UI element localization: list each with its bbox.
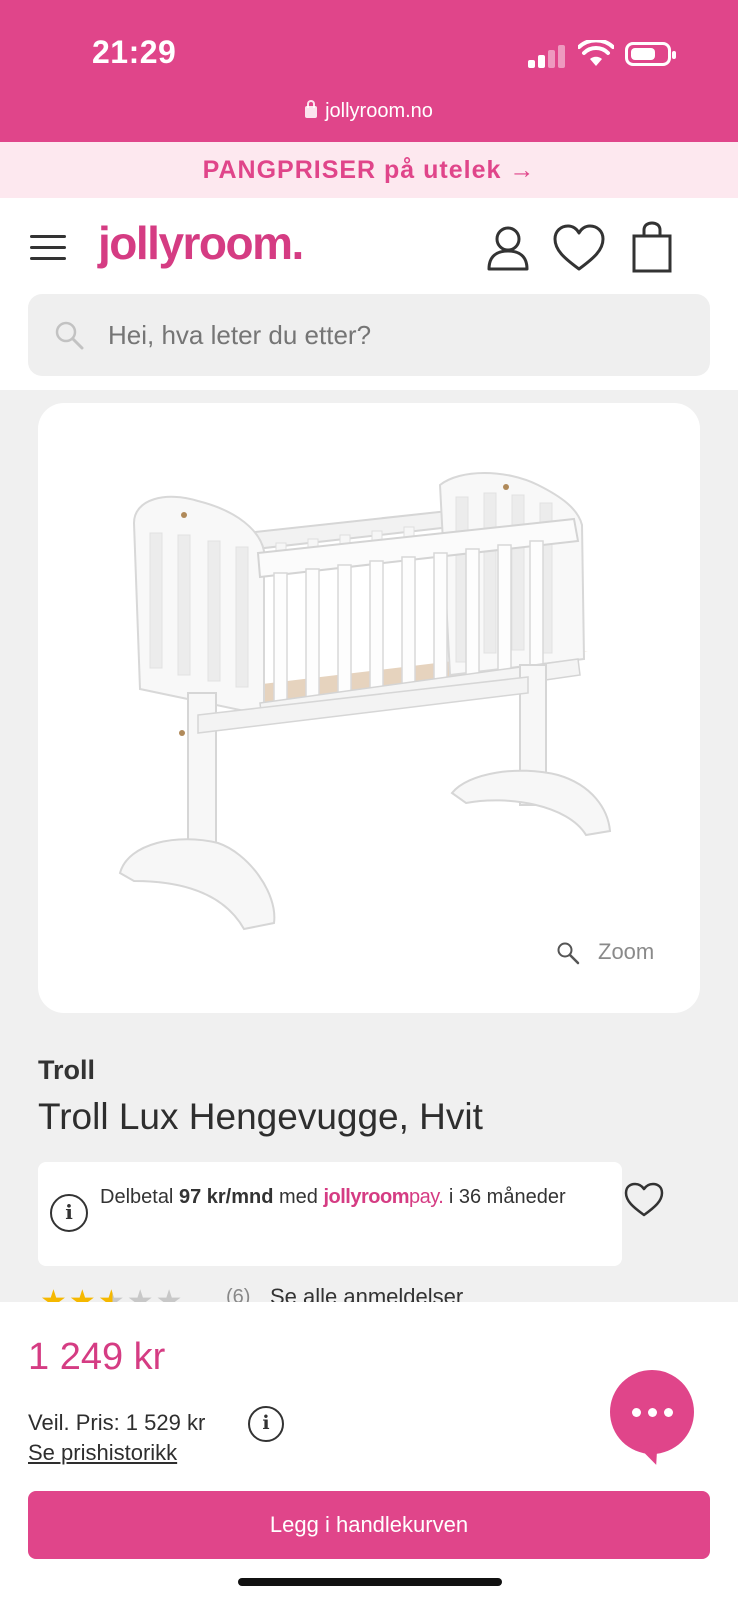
heart-icon[interactable] <box>552 223 606 273</box>
address-bar[interactable]: jollyroom.no <box>0 100 738 123</box>
battery-icon <box>625 42 676 66</box>
rating-stars: ★★★★★ <box>40 1284 185 1302</box>
rating-row[interactable]: ★★★★★ (6) Se alle anmeldelser <box>40 1282 540 1302</box>
bag-icon[interactable] <box>630 220 674 274</box>
search-input[interactable] <box>108 294 668 376</box>
zoom-icon <box>557 942 580 965</box>
product-brand[interactable]: Troll <box>38 1055 95 1086</box>
user-icon[interactable] <box>484 223 532 273</box>
installment-text: Delbetal 97 kr/mnd med jollyroompay. i 3… <box>100 1186 566 1208</box>
jollyroompay-logo: jollyroompay. <box>323 1186 444 1208</box>
chat-icon <box>632 1408 674 1418</box>
logo[interactable]: jollyroom. <box>98 216 304 270</box>
site-header: jollyroom. <box>0 198 738 390</box>
menu-icon[interactable] <box>30 235 66 261</box>
search-icon <box>55 321 84 350</box>
info-icon[interactable]: i <box>50 1194 88 1232</box>
chat-button[interactable] <box>610 1370 694 1454</box>
search-bar[interactable] <box>28 294 710 376</box>
signal-icon <box>528 44 568 68</box>
buy-panel: 1 249 kr Veil. Pris: 1 529 kr i Se prish… <box>0 1302 738 1600</box>
lock-icon <box>305 100 318 118</box>
zoom-button[interactable]: Zoom <box>557 939 655 965</box>
zoom-label: Zoom <box>598 939 655 964</box>
product-image[interactable] <box>38 403 700 1013</box>
status-time: 21:29 <box>92 34 177 70</box>
product-title: Troll Lux Hengevugge, Hvit <box>38 1096 483 1137</box>
promo-banner[interactable]: PANGPRISER på utelek → <box>0 142 738 198</box>
favorite-heart-icon[interactable] <box>624 1182 664 1218</box>
price-history-link[interactable]: Se prishistorikk <box>28 1440 177 1466</box>
url-text: jollyroom.no <box>325 100 433 122</box>
installment-box[interactable]: i Delbetal 97 kr/mnd med jollyroompay. i… <box>38 1162 622 1266</box>
all-reviews-link[interactable]: Se alle anmeldelser <box>270 1284 463 1302</box>
price: 1 249 kr <box>28 1336 166 1378</box>
home-indicator <box>238 1578 502 1586</box>
price-info-icon[interactable]: i <box>248 1406 284 1442</box>
wifi-icon <box>578 40 614 66</box>
add-to-cart-button[interactable]: Legg i handlekurven <box>28 1491 710 1559</box>
product-image-card[interactable]: Zoom <box>38 403 700 1013</box>
review-count: (6) <box>226 1286 251 1302</box>
recommended-price: Veil. Pris: 1 529 kr <box>28 1410 206 1435</box>
status-bar: 21:29 jollyroom.no <box>0 0 738 142</box>
